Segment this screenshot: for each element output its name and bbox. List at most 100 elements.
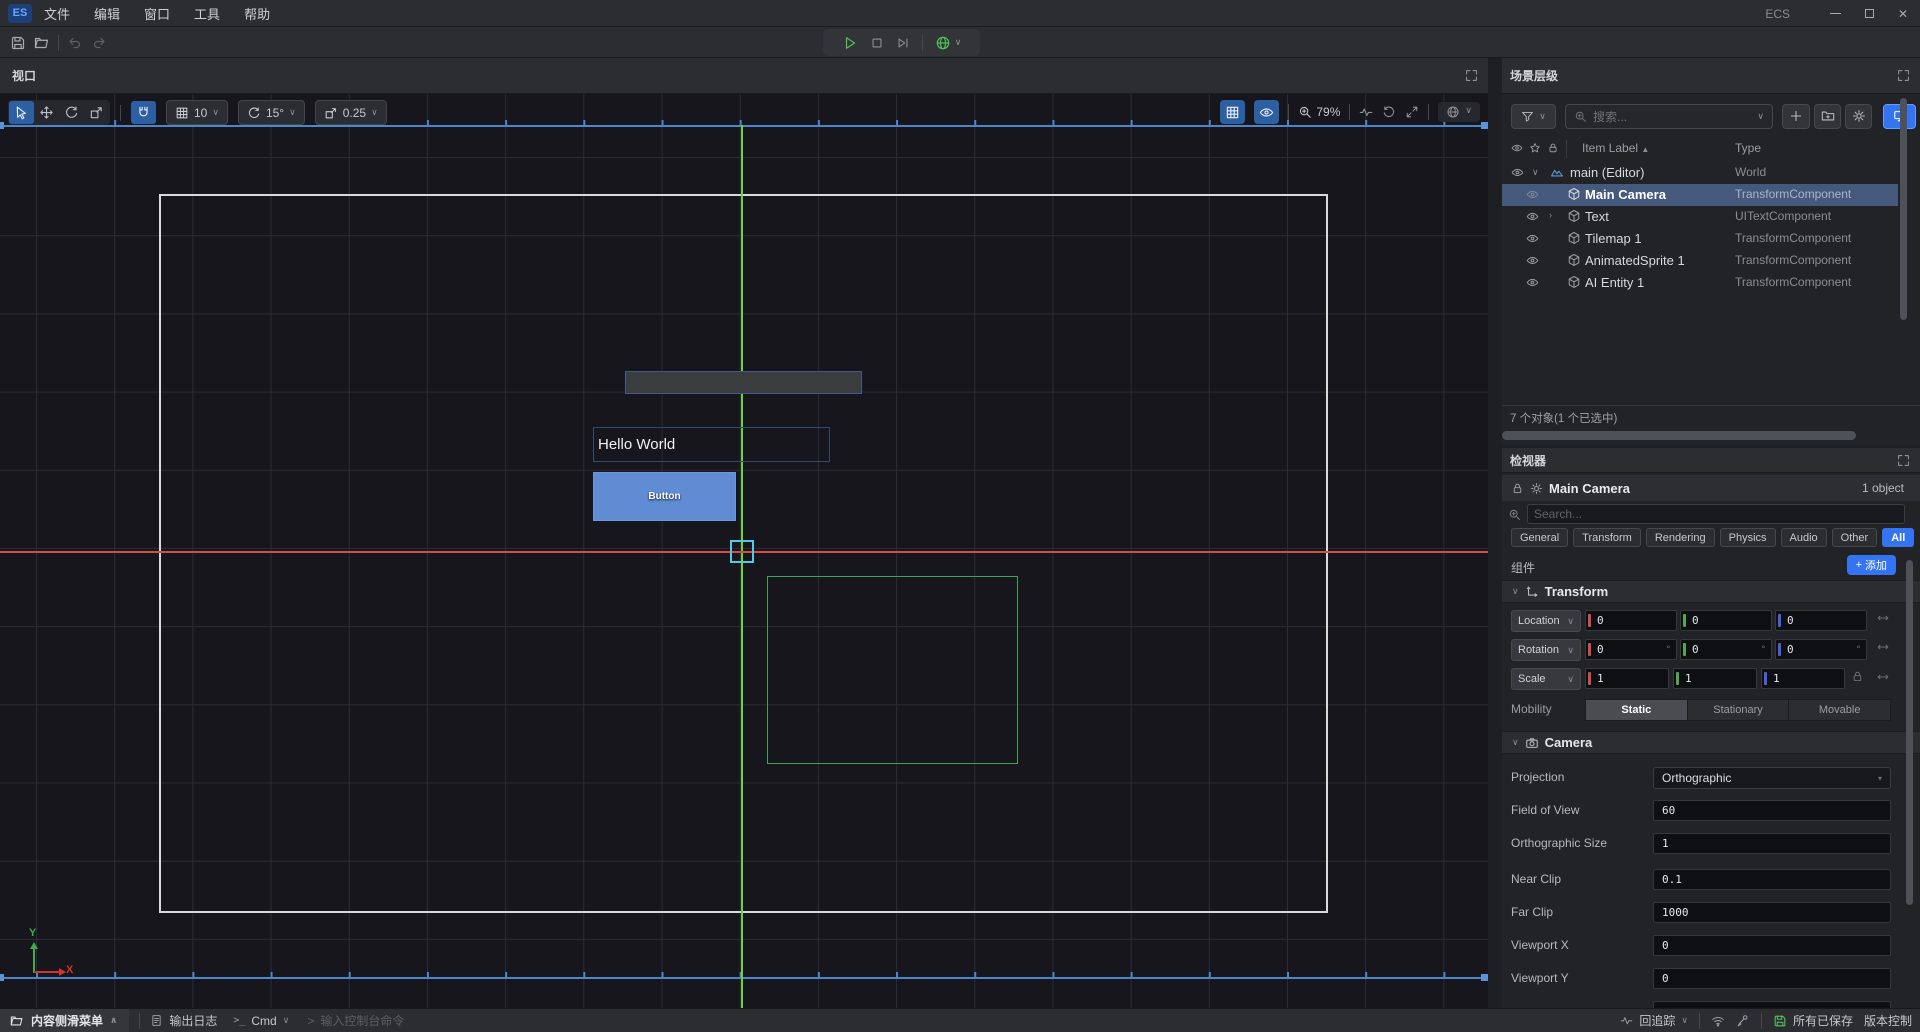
tab-rendering[interactable]: Rendering [1646, 528, 1715, 547]
link-axes-icon[interactable] [1876, 611, 1890, 625]
world-view-dropdown[interactable]: ∨ [1438, 102, 1480, 122]
play-button[interactable] [842, 35, 858, 51]
field-of-view-input[interactable]: 60 [1653, 800, 1891, 821]
near-clip-input[interactable]: 0.1 [1653, 869, 1891, 890]
camera-section-header[interactable]: ∨ Camera [1502, 731, 1920, 754]
tilemap-bounds-rect[interactable] [767, 576, 1018, 764]
fullscreen-icon[interactable] [1405, 105, 1419, 119]
column-type[interactable]: Type [1735, 141, 1761, 155]
selection-handle[interactable] [1481, 122, 1488, 129]
location-z-input[interactable]: 0 [1775, 610, 1867, 631]
maximize-button[interactable] [1852, 0, 1886, 27]
menu-file[interactable]: 文件 [32, 0, 82, 27]
transform-section-header[interactable]: ∨ Transform [1502, 580, 1920, 603]
scale-tool-button[interactable] [84, 101, 109, 124]
scale-snap-dropdown[interactable]: 0.25 ∨ [315, 100, 387, 125]
minimize-button[interactable] [1818, 0, 1852, 27]
content-drawer-button[interactable]: 内容侧滑菜单 ∧ [0, 1009, 129, 1032]
menu-help[interactable]: 帮助 [232, 0, 282, 27]
location-x-input[interactable]: 0 [1585, 610, 1677, 631]
scale-dropdown[interactable]: Scale∨ [1511, 668, 1581, 690]
menu-tools[interactable]: 工具 [182, 0, 232, 27]
scale-x-input[interactable]: 1 [1585, 668, 1669, 689]
lock-scale-icon[interactable] [1851, 670, 1864, 683]
gear-icon[interactable] [1530, 482, 1543, 495]
add-component-button[interactable]: + 添加 [1847, 555, 1896, 575]
selection-handle[interactable] [0, 974, 4, 981]
rotate-tool-button[interactable] [59, 101, 84, 124]
inspector-search-input[interactable]: Search... [1527, 504, 1905, 524]
tree-row-main[interactable]: ∨ main (Editor) World [1502, 162, 1898, 184]
mobility-static[interactable]: Static [1586, 700, 1688, 720]
chevron-down-icon[interactable]: ∨ [1532, 167, 1539, 178]
visibility-button[interactable] [1254, 100, 1279, 124]
tab-general[interactable]: General [1511, 528, 1568, 547]
eye-icon[interactable] [1526, 188, 1539, 201]
rotation-x-input[interactable]: 0° [1585, 639, 1677, 660]
stats-icon[interactable] [1359, 105, 1373, 119]
link-axes-icon[interactable] [1876, 640, 1890, 654]
eye-icon[interactable] [1526, 210, 1539, 223]
select-tool-button[interactable] [9, 101, 34, 124]
redo-icon[interactable] [91, 35, 107, 51]
rotation-y-input[interactable]: 0° [1680, 639, 1772, 660]
selection-handle[interactable] [1481, 974, 1488, 981]
undo-icon[interactable] [67, 35, 83, 51]
inspector-expand-icon[interactable] [1897, 454, 1910, 467]
hierarchy-hscrollbar[interactable] [1502, 430, 1920, 442]
mobility-stationary[interactable]: Stationary [1688, 700, 1790, 720]
far-clip-input[interactable]: 1000 [1653, 902, 1891, 923]
zoom-control[interactable]: 79% [1298, 105, 1340, 119]
open-folder-icon[interactable] [34, 35, 50, 51]
move-tool-button[interactable] [34, 101, 59, 124]
stop-button[interactable] [870, 36, 884, 50]
ui-button-object[interactable]: Button [593, 472, 736, 521]
tab-other[interactable]: Other [1832, 528, 1878, 547]
tab-physics[interactable]: Physics [1720, 528, 1776, 547]
tab-audio[interactable]: Audio [1781, 528, 1827, 547]
trace-dropdown[interactable]: 回追踪 ∨ [1620, 1012, 1688, 1029]
link-axes-icon[interactable] [1876, 670, 1890, 684]
lock-column-icon[interactable] [1547, 142, 1559, 154]
hierarchy-settings-button[interactable] [1845, 104, 1872, 129]
hscrollbar-thumb[interactable] [1502, 431, 1856, 440]
scale-y-input[interactable]: 1 [1673, 668, 1757, 689]
tree-row-main-camera[interactable]: Main Camera TransformComponent [1502, 184, 1898, 206]
ui-text-object[interactable]: Hello World [593, 427, 830, 462]
tree-row-tilemap[interactable]: Tilemap 1 TransformComponent [1502, 228, 1898, 250]
tab-transform[interactable]: Transform [1573, 528, 1641, 547]
chevron-right-icon[interactable]: › [1549, 210, 1552, 220]
menu-window[interactable]: 窗口 [132, 0, 182, 27]
tree-row-ai-entity[interactable]: AI Entity 1 TransformComponent [1502, 272, 1898, 294]
eye-icon[interactable] [1511, 166, 1524, 179]
step-button[interactable] [896, 36, 910, 50]
grid-snap-dropdown[interactable]: 10 ∨ [166, 100, 228, 125]
filter-dropdown[interactable]: ∨ [1511, 104, 1556, 129]
column-item-label[interactable]: Item Label ▲ [1582, 141, 1649, 155]
location-dropdown[interactable]: Location∨ [1511, 610, 1581, 632]
viewport-x-input[interactable]: 0 [1653, 935, 1891, 956]
add-entity-button[interactable] [1782, 104, 1810, 129]
app-logo[interactable]: ES [8, 4, 32, 23]
menu-edit[interactable]: 编辑 [82, 0, 132, 27]
inspector-vscrollbar[interactable] [1906, 560, 1913, 905]
viewport-y-input[interactable]: 0 [1653, 968, 1891, 989]
debug-probe-icon[interactable] [1736, 1014, 1750, 1028]
console-command-input[interactable]: > 输入控制台命令 [307, 1012, 404, 1029]
selection-handle[interactable] [0, 122, 4, 129]
projection-dropdown[interactable]: Orthographic ▾ [1653, 767, 1891, 789]
rotation-dropdown[interactable]: Rotation∨ [1511, 639, 1581, 661]
eye-column-icon[interactable] [1511, 142, 1523, 154]
eye-icon[interactable] [1526, 254, 1539, 267]
mobility-movable[interactable]: Movable [1789, 700, 1890, 720]
save-status[interactable]: 所有已保存 [1773, 1012, 1853, 1029]
ui-panel-object[interactable] [625, 371, 862, 394]
orthographic-size-input[interactable]: 1 [1653, 833, 1891, 854]
save-icon[interactable] [10, 35, 26, 51]
lock-icon[interactable] [1511, 482, 1524, 495]
hierarchy-expand-icon[interactable] [1897, 69, 1910, 82]
tree-row-animatedsprite[interactable]: AnimatedSprite 1 TransformComponent [1502, 250, 1898, 272]
world-mode-dropdown[interactable]: ∨ [935, 35, 962, 51]
star-column-icon[interactable] [1529, 142, 1541, 154]
tree-row-text[interactable]: › Text UITextComponent [1502, 206, 1898, 228]
